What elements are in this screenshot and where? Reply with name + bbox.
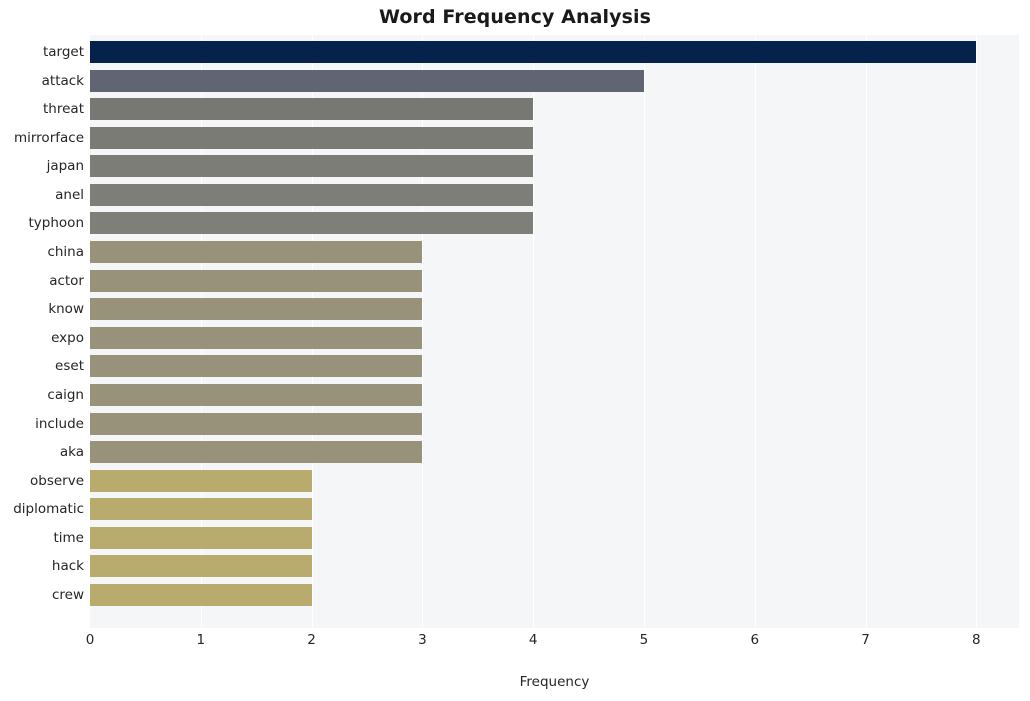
bar bbox=[90, 441, 423, 464]
y-axis-tick-label: crew bbox=[51, 586, 84, 603]
bar bbox=[90, 383, 423, 406]
bar bbox=[90, 126, 534, 149]
bar bbox=[90, 183, 534, 206]
x-axis-tick-label: 4 bbox=[528, 632, 538, 648]
bar-row bbox=[90, 441, 1019, 464]
x-axis-tick-label: 1 bbox=[196, 632, 206, 648]
y-axis-tick-label: include bbox=[35, 415, 84, 432]
bar-row bbox=[90, 326, 1019, 349]
bar-row bbox=[90, 212, 1019, 235]
bar-row bbox=[90, 298, 1019, 321]
word-frequency-chart: Word Frequency Analysis target attack thre… bbox=[0, 0, 1030, 701]
bar bbox=[90, 326, 423, 349]
y-axis-tick-label: china bbox=[47, 244, 84, 261]
x-axis-tick-label: 8 bbox=[972, 632, 981, 648]
y-axis-tick-label: observe bbox=[29, 472, 84, 489]
y-axis-tick-label: target bbox=[42, 44, 84, 60]
bar bbox=[90, 212, 534, 235]
bar bbox=[90, 469, 312, 492]
bar bbox=[90, 526, 312, 549]
bar-row bbox=[90, 412, 1019, 435]
x-axis-tick-label: 2 bbox=[307, 632, 316, 648]
bar-row bbox=[90, 155, 1019, 178]
y-axis-tick-label: actor bbox=[49, 272, 84, 289]
y-axis-tick-label: know bbox=[48, 301, 84, 318]
bar-row bbox=[90, 498, 1019, 521]
y-axis-tick-label: mirrorface bbox=[13, 129, 84, 146]
plot-area bbox=[90, 35, 1019, 628]
x-axis-tick-label: 6 bbox=[750, 632, 760, 648]
bar bbox=[90, 355, 423, 378]
bar-row bbox=[90, 383, 1019, 406]
bar-row bbox=[90, 555, 1019, 578]
bar-row bbox=[90, 355, 1019, 378]
bar-row bbox=[90, 98, 1019, 121]
bar bbox=[90, 498, 312, 521]
bar bbox=[90, 98, 534, 121]
bar-row bbox=[90, 69, 1019, 92]
bar-row bbox=[90, 583, 1019, 606]
x-axis-tick-label: 0 bbox=[85, 632, 95, 648]
y-axis-tick-label: anel bbox=[55, 186, 84, 203]
y-axis-tick-label: time bbox=[53, 529, 84, 546]
bar-row bbox=[90, 469, 1019, 492]
y-axis-tick-label: aka bbox=[59, 444, 84, 461]
y-axis-tick-label: typhoon bbox=[28, 215, 84, 232]
x-axis-ticks: 0 1 2 3 4 5 6 7 8 bbox=[86, 632, 1019, 654]
y-axis-tick-label: diplomatic bbox=[13, 501, 84, 518]
y-axis-tick-label: japan bbox=[46, 158, 84, 175]
bar bbox=[90, 412, 423, 435]
y-axis-tick-label: caign bbox=[47, 386, 84, 403]
x-axis-tick-label: 7 bbox=[861, 632, 870, 648]
bar bbox=[90, 41, 977, 63]
y-axis-tick-label: attack bbox=[41, 72, 84, 89]
x-axis-tick-label: 3 bbox=[418, 632, 427, 648]
bar bbox=[90, 583, 312, 606]
y-axis-tick-label: expo bbox=[51, 329, 84, 346]
bar bbox=[90, 241, 423, 264]
y-axis-tick-label: hack bbox=[51, 558, 84, 575]
x-axis-title: Frequency bbox=[519, 674, 590, 690]
bar-row bbox=[90, 241, 1019, 264]
y-axis-tick-label: threat bbox=[43, 101, 84, 118]
chart-title: Word Frequency Analysis bbox=[378, 6, 652, 28]
bar bbox=[90, 69, 644, 92]
bar bbox=[90, 555, 312, 578]
bar-row bbox=[90, 126, 1019, 149]
bar-row bbox=[90, 183, 1019, 206]
y-axis-tick-label: eset bbox=[55, 358, 84, 375]
bar bbox=[90, 155, 534, 178]
bar-row bbox=[90, 41, 1019, 63]
bar bbox=[90, 298, 423, 321]
bar-row bbox=[90, 269, 1019, 292]
x-axis-tick-label: 5 bbox=[639, 632, 649, 648]
bar bbox=[90, 269, 423, 292]
y-axis-labels: target attack threat mirrorface japan anel typ… bbox=[0, 35, 84, 628]
bar-row bbox=[90, 526, 1019, 549]
